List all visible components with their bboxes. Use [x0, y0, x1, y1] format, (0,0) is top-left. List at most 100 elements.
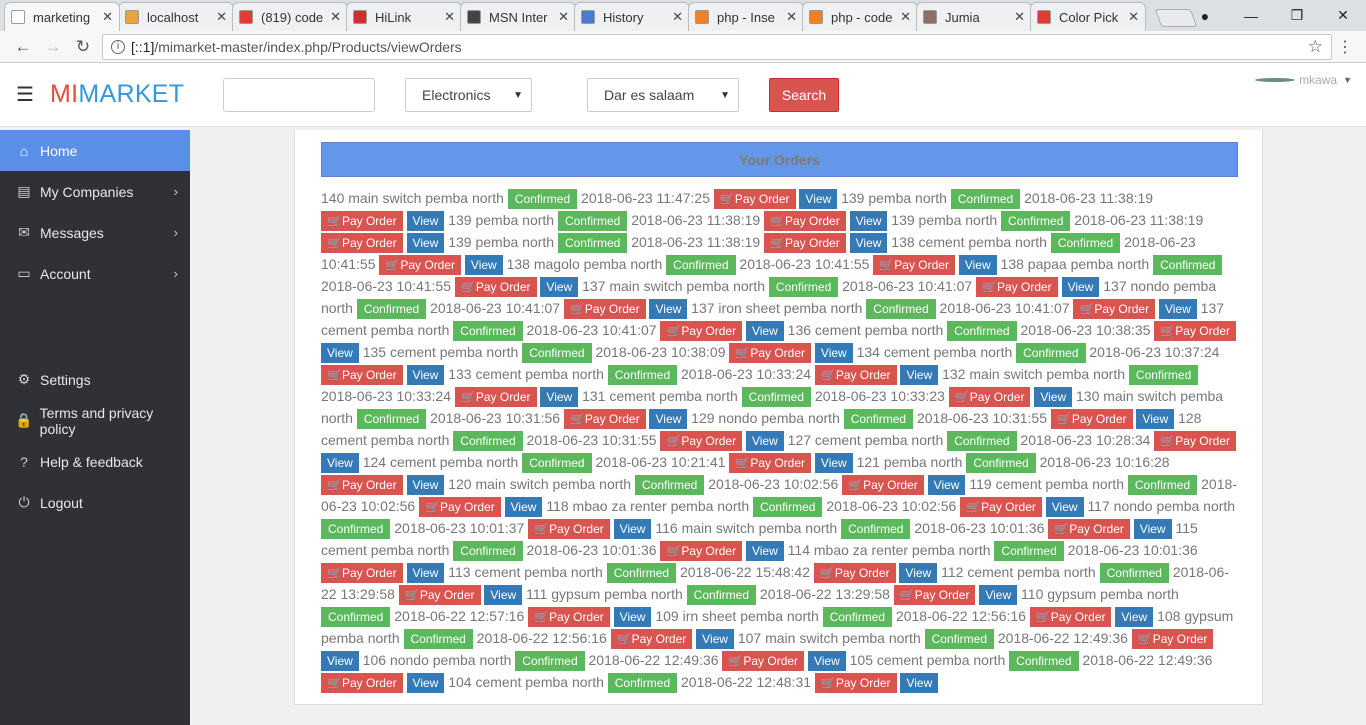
pay-order-button[interactable]: 🛒Pay Order [563, 409, 646, 429]
view-button[interactable]: View [484, 585, 523, 605]
pay-order-button[interactable]: 🛒Pay Order [873, 255, 955, 275]
sidebar-item-logout[interactable]: ⏻ Logout [0, 482, 190, 523]
close-tab-icon[interactable]: ✕ [102, 9, 113, 25]
pay-order-button[interactable]: 🛒Pay Order [321, 673, 403, 693]
view-button[interactable]: View [979, 585, 1018, 605]
browser-tab[interactable]: php - code ✕ [802, 2, 918, 31]
view-button[interactable]: View [814, 343, 853, 363]
pay-order-button[interactable]: 🛒Pay Order [660, 541, 743, 561]
view-button[interactable]: View [321, 453, 359, 473]
back-button[interactable]: ← [8, 37, 38, 57]
pay-order-button[interactable]: 🛒Pay Order [814, 365, 897, 385]
sidebar-item-my-companies[interactable]: ▤ My Companies › [0, 171, 190, 212]
view-button[interactable]: View [406, 233, 445, 253]
browser-tab[interactable]: marketing ✕ [4, 2, 120, 31]
bookmark-star-icon[interactable]: ☆ [1308, 37, 1323, 57]
pay-order-button[interactable]: 🛒Pay Order [528, 519, 610, 539]
view-button[interactable]: View [849, 211, 888, 231]
hamburger-menu-icon[interactable]: ☰ [0, 82, 50, 107]
pay-order-button[interactable]: 🛒Pay Order [764, 233, 846, 253]
view-button[interactable]: View [696, 629, 734, 649]
search-input[interactable] [223, 77, 375, 112]
address-bar[interactable]: i [::1]/mimarket-master/index.php/Produc… [102, 33, 1332, 60]
close-tab-icon[interactable]: ✕ [444, 9, 455, 25]
site-logo[interactable]: MIMARKET [50, 80, 222, 109]
view-button[interactable]: View [1061, 277, 1100, 297]
browser-menu-icon[interactable]: ⋮ [1332, 37, 1358, 57]
view-button[interactable]: View [540, 277, 579, 297]
close-tab-icon[interactable]: ✕ [216, 9, 227, 25]
pay-order-button[interactable]: 🛒Pay Order [722, 651, 805, 671]
view-button[interactable]: View [799, 189, 838, 209]
pay-order-button[interactable]: 🛒Pay Order [1029, 607, 1112, 627]
pay-order-button[interactable]: 🛒Pay Order [563, 299, 646, 319]
close-tab-icon[interactable]: ✕ [672, 9, 683, 25]
browser-tab[interactable]: MSN Inter ✕ [460, 2, 576, 31]
view-button[interactable]: View [745, 431, 784, 451]
view-button[interactable]: View [321, 651, 359, 671]
view-button[interactable]: View [613, 607, 652, 627]
pay-order-button[interactable]: 🛒Pay Order [398, 585, 481, 605]
view-button[interactable]: View [900, 673, 939, 693]
close-tab-icon[interactable]: ✕ [900, 9, 911, 25]
view-button[interactable]: View [321, 343, 359, 363]
pay-order-button[interactable]: 🛒Pay Order [321, 211, 403, 231]
browser-tab[interactable]: php - Inse ✕ [688, 2, 804, 31]
view-button[interactable]: View [649, 299, 688, 319]
close-window-button[interactable]: ✕ [1320, 7, 1366, 24]
close-tab-icon[interactable]: ✕ [786, 9, 797, 25]
user-menu[interactable]: mkawa ▼ [1255, 73, 1352, 87]
view-button[interactable]: View [406, 211, 445, 231]
browser-tab[interactable]: localhost ✕ [118, 2, 234, 31]
search-button[interactable]: Search [769, 78, 839, 112]
pay-order-button[interactable]: 🛒Pay Order [419, 497, 501, 517]
pay-order-button[interactable]: 🛒Pay Order [610, 629, 693, 649]
browser-tab[interactable]: History ✕ [574, 2, 690, 31]
pay-order-button[interactable]: 🛒Pay Order [976, 277, 1058, 297]
pay-order-button[interactable]: 🛒Pay Order [321, 563, 403, 583]
pay-order-button[interactable]: 🛒Pay Order [814, 673, 897, 693]
pay-order-button[interactable]: 🛒Pay Order [948, 387, 1031, 407]
forward-button[interactable]: → [38, 37, 68, 57]
view-button[interactable]: View [1034, 387, 1073, 407]
profile-icon[interactable]: ● [1182, 8, 1228, 24]
pay-order-button[interactable]: 🛒Pay Order [1131, 629, 1214, 649]
view-button[interactable]: View [900, 365, 939, 385]
pay-order-button[interactable]: 🛒Pay Order [960, 497, 1042, 517]
pay-order-button[interactable]: 🛒Pay Order [729, 343, 812, 363]
pay-order-button[interactable]: 🛒Pay Order [893, 585, 976, 605]
pay-order-button[interactable]: 🛒Pay Order [713, 189, 796, 209]
close-tab-icon[interactable]: ✕ [1128, 9, 1139, 25]
view-button[interactable]: View [613, 519, 652, 539]
pay-order-button[interactable]: 🛒Pay Order [528, 607, 610, 627]
close-tab-icon[interactable]: ✕ [558, 9, 569, 25]
view-button[interactable]: View [899, 563, 938, 583]
pay-order-button[interactable]: 🛒Pay Order [379, 255, 462, 275]
view-button[interactable]: View [1158, 299, 1197, 319]
view-button[interactable]: View [1045, 497, 1084, 517]
view-button[interactable]: View [814, 453, 853, 473]
browser-tab[interactable]: (819) code ✕ [232, 2, 348, 31]
pay-order-button[interactable]: 🛒Pay Order [454, 387, 537, 407]
category-select[interactable]: Electronics ▼ [405, 78, 532, 112]
view-button[interactable]: View [958, 255, 997, 275]
view-button[interactable]: View [406, 673, 445, 693]
pay-order-button[interactable]: 🛒Pay Order [1154, 321, 1236, 341]
browser-tab[interactable]: HiLink ✕ [346, 2, 462, 31]
view-button[interactable]: View [464, 255, 503, 275]
pay-order-button[interactable]: 🛒Pay Order [321, 365, 403, 385]
view-button[interactable]: View [649, 409, 688, 429]
sidebar-item-terms[interactable]: 🔒 Terms and privacy policy [0, 400, 190, 441]
sidebar-item-messages[interactable]: ✉ Messages › [0, 212, 190, 253]
view-button[interactable]: View [1133, 519, 1172, 539]
sidebar-item-home[interactable]: ⌂ Home [0, 130, 190, 171]
view-button[interactable]: View [745, 321, 784, 341]
pay-order-button[interactable]: 🛒Pay Order [764, 211, 846, 231]
view-button[interactable]: View [504, 497, 543, 517]
close-tab-icon[interactable]: ✕ [1014, 9, 1025, 25]
pay-order-button[interactable]: 🛒Pay Order [660, 431, 743, 451]
info-icon[interactable]: i [111, 39, 125, 54]
pay-order-button[interactable]: 🛒Pay Order [321, 233, 403, 253]
pay-order-button[interactable]: 🛒Pay Order [1048, 519, 1130, 539]
view-button[interactable]: View [406, 475, 445, 495]
